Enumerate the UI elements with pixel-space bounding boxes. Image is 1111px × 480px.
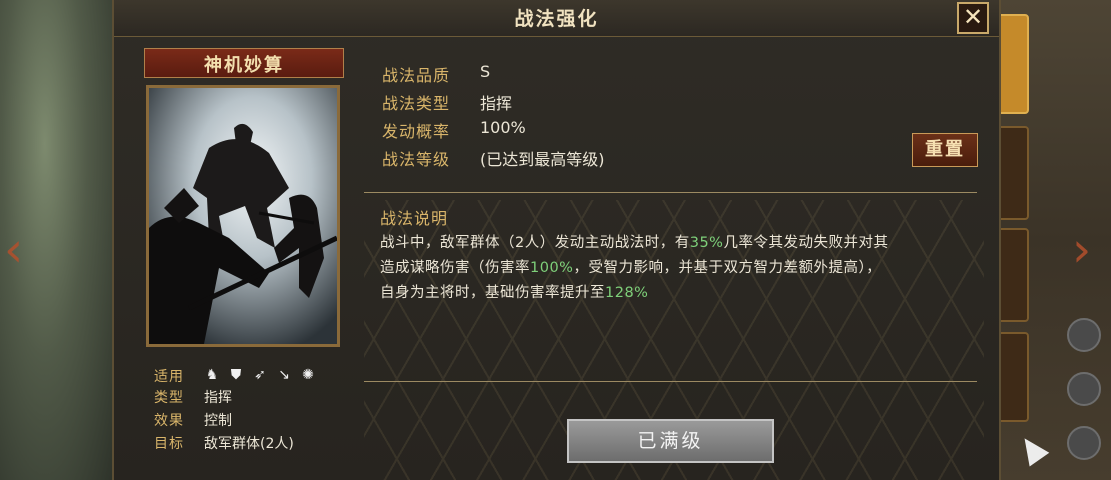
desc-text: 自身为主将时，基础伤害率提升至: [380, 285, 605, 301]
type-value: 指挥: [204, 390, 232, 406]
stat-value: 指挥: [480, 94, 513, 113]
panel-title: 战法强化: [514, 8, 599, 30]
reset-button[interactable]: 重置: [912, 133, 978, 167]
desc-text: 战斗中，敌军群体（2人）发动主动战法时，有: [380, 235, 690, 251]
skill-name: 神机妙算: [204, 55, 284, 76]
prev-arrow-icon[interactable]: ‹: [4, 222, 23, 278]
title-bar: 战法强化 ✕: [114, 0, 999, 37]
type-label: 类型: [154, 390, 184, 406]
desc-text: ，受智力影响，并基于双方智力差额外提高），: [573, 260, 882, 276]
description-line-1: 战斗中，敌军群体（2人）发动主动战法时，有35%几率令其发动失败并对其: [380, 231, 888, 252]
stat-label: 战法类型: [382, 94, 451, 113]
close-button[interactable]: ✕: [957, 2, 989, 34]
skill-portrait: [146, 85, 340, 347]
desc-text: 几率令其发动失败并对其: [723, 235, 889, 251]
cavalry-icon: ♞: [205, 367, 219, 383]
apply-label: 适用: [154, 369, 184, 385]
wheel-icon: ✺: [302, 367, 314, 383]
bow-icon: ➶: [254, 367, 266, 383]
target-label: 目标: [154, 436, 184, 452]
effect-label: 效果: [154, 413, 184, 429]
skill-description-box: 战法说明 战斗中，敌军群体（2人）发动主动战法时，有35%几率令其发动失败并对其…: [364, 192, 977, 382]
troop-type-icons: ♞ ⛊ ➶ ↘ ✺: [204, 367, 316, 383]
desc-highlight: 100%: [530, 260, 574, 276]
spear-icon: ↘: [278, 367, 290, 383]
stat-label: 战法等级: [382, 150, 451, 169]
effect-value: 控制: [204, 413, 232, 429]
side-circle-3[interactable]: [1067, 426, 1101, 460]
skill-enhance-panel: 战法强化 ✕ 神机妙算 适用 ♞ ⛊ ➶ ↘ ✺ 类型 指挥 效果 控制 目标 …: [112, 0, 1001, 480]
description-line-3: 自身为主将时，基础伤害率提升至128%: [380, 281, 648, 302]
stat-label: 发动概率: [382, 122, 451, 141]
description-line-2: 造成谋略伤害（伤害率100%，受智力影响，并基于双方智力差额外提高），: [380, 256, 881, 277]
max-level-button[interactable]: 已满级: [567, 419, 774, 463]
desc-highlight: 128%: [605, 285, 649, 301]
stat-value: 100%: [480, 118, 526, 137]
skill-illustration: [149, 88, 337, 344]
stat-value: (已达到最高等级): [480, 150, 605, 169]
stat-label: 战法品质: [382, 66, 451, 85]
shield-icon: ⛊: [230, 367, 242, 383]
skill-name-plate: 神机妙算: [144, 48, 344, 78]
next-arrow-icon[interactable]: ›: [1072, 222, 1091, 278]
side-circle-2[interactable]: [1067, 372, 1101, 406]
desc-highlight: 35%: [689, 235, 724, 251]
side-circle-1[interactable]: [1067, 318, 1101, 352]
description-title: 战法说明: [380, 209, 449, 228]
target-value: 敌军群体(2人): [204, 436, 294, 452]
stat-value: S: [480, 62, 491, 81]
desc-text: 造成谋略伤害（伤害率: [380, 260, 530, 276]
